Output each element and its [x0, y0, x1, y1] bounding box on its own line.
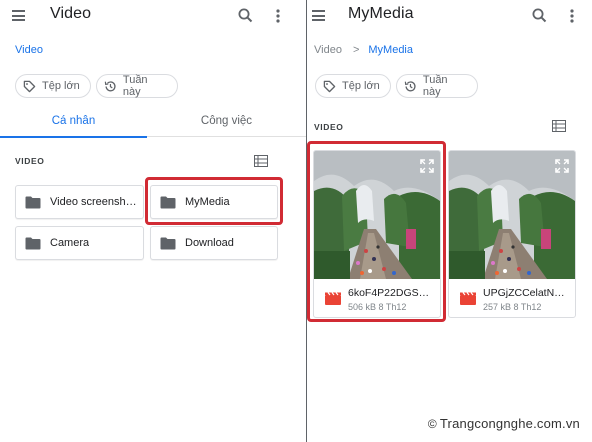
video-card[interactable]: UPGjZCCelatN… 257 kB 8 Th12	[448, 150, 576, 318]
folder-name: MyMedia	[185, 196, 230, 208]
chip-label: Tuần này	[422, 74, 448, 98]
folder-icon	[160, 196, 176, 208]
page-title: MyMedia	[348, 5, 414, 22]
video-card[interactable]: 6koF4P22DGS… 506 kB 8 Th12	[313, 150, 441, 318]
folder-icon	[25, 196, 41, 208]
folder-name: Download	[185, 237, 234, 249]
left-screen: Video Video Tệp lớn Tuần này Cá nhân Côn…	[0, 0, 306, 442]
video-meta: 6koF4P22DGS… 506 kB 8 Th12	[314, 279, 440, 317]
section-label: VIDEO	[314, 122, 344, 132]
section-label: VIDEO	[15, 156, 45, 166]
video-file-icon	[325, 292, 341, 305]
video-name: 6koF4P22DGS…	[348, 287, 430, 299]
list-view-icon[interactable]	[254, 154, 268, 167]
video-info: 506 kB 8 Th12	[348, 302, 407, 312]
search-icon[interactable]	[530, 6, 550, 26]
chip-large-files[interactable]: Tệp lớn	[315, 74, 391, 98]
chip-label: Tuần này	[122, 74, 148, 98]
tag-icon	[323, 80, 336, 92]
folder-camera[interactable]: Camera	[15, 226, 144, 260]
app-bar: Video	[0, 0, 306, 32]
search-icon[interactable]	[236, 6, 256, 26]
chip-this-week[interactable]: Tuần này	[96, 74, 178, 98]
tag-icon	[23, 80, 36, 92]
hamburger-menu-icon[interactable]	[312, 10, 325, 21]
folder-icon	[25, 237, 41, 249]
breadcrumb-current[interactable]: MyMedia	[368, 44, 413, 56]
right-screen: MyMedia Video > MyMedia Tệp lớn Tuần này…	[307, 0, 592, 442]
chevron-right-icon: >	[352, 44, 360, 56]
folder-icon	[160, 237, 176, 249]
chip-this-week[interactable]: Tuần này	[396, 74, 478, 98]
more-vert-icon[interactable]	[562, 6, 582, 26]
chip-label: Tệp lớn	[342, 80, 380, 92]
tab-bar: Cá nhân Công việc	[0, 108, 306, 138]
page-title: Video	[50, 5, 92, 22]
watermark-text: Trangcongnghe.com.vn	[439, 416, 580, 431]
breadcrumb[interactable]: Video	[15, 44, 43, 56]
tab-personal[interactable]: Cá nhân	[0, 108, 147, 138]
breadcrumb: Video > MyMedia	[314, 44, 413, 56]
fullscreen-icon[interactable]	[420, 159, 434, 173]
folder-name: Camera	[50, 237, 90, 249]
chip-large-files[interactable]: Tệp lớn	[15, 74, 91, 98]
video-meta: UPGjZCCelatN… 257 kB 8 Th12	[449, 279, 575, 317]
folder-mymedia[interactable]: MyMedia	[150, 185, 278, 219]
folder-name: Video screensh…	[50, 196, 137, 208]
breadcrumb-parent[interactable]: Video	[314, 44, 342, 56]
folder-video-screenshots[interactable]: Video screensh…	[15, 185, 144, 219]
app-bar: MyMedia	[307, 0, 592, 32]
tab-work[interactable]: Công việc	[147, 108, 306, 137]
watermark: © Trangcongnghe.com.vn	[428, 416, 580, 431]
history-icon	[404, 80, 416, 91]
fullscreen-icon[interactable]	[555, 159, 569, 173]
video-file-icon	[460, 292, 476, 305]
chip-label: Tệp lớn	[42, 80, 80, 92]
copyright-symbol: ©	[427, 417, 437, 431]
video-name: UPGjZCCelatN…	[483, 287, 565, 299]
history-icon	[104, 80, 116, 91]
video-info: 257 kB 8 Th12	[483, 302, 542, 312]
hamburger-menu-icon[interactable]	[12, 10, 25, 21]
more-vert-icon[interactable]	[268, 6, 288, 26]
folder-download[interactable]: Download	[150, 226, 278, 260]
list-view-icon[interactable]	[552, 119, 566, 132]
